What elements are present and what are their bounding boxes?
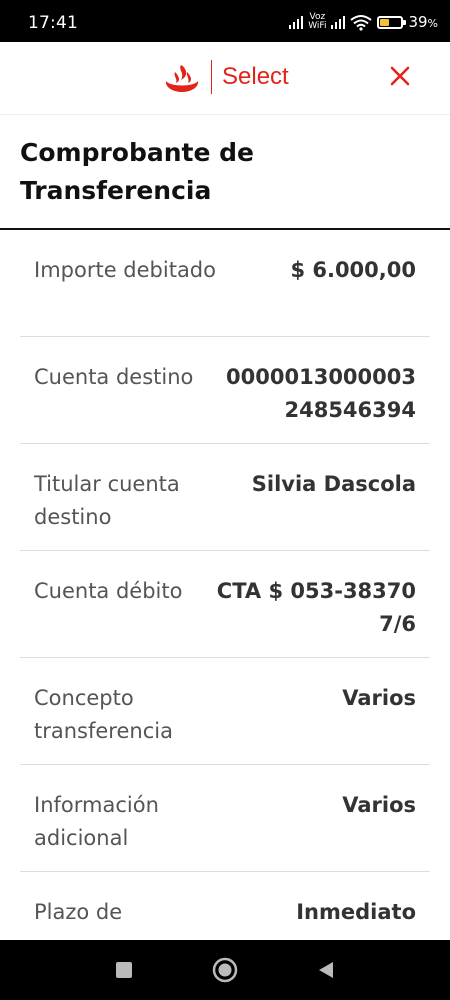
flame-logo-icon <box>165 65 199 92</box>
detail-label: Cuenta destino <box>34 365 194 389</box>
detail-value: Varios <box>342 686 416 710</box>
page-title-line-2: Transferencia <box>20 176 212 205</box>
status-icons: Voz WiFi 39% <box>289 10 438 34</box>
detail-row-titular: Titular cuenta destino Silvia Dascola <box>20 444 430 551</box>
detail-label: Titular cuenta destino <box>34 472 180 529</box>
home-button[interactable] <box>195 940 255 1000</box>
system-nav-bar <box>0 940 450 1000</box>
brand-divider <box>211 60 212 94</box>
detail-row-cuenta-destino: Cuenta destino 0000013000003248546394 <box>20 337 430 444</box>
wifi-icon <box>350 14 373 31</box>
detail-label: Importe debitado <box>34 258 216 282</box>
triangle-back-icon <box>319 962 333 978</box>
signal-icon <box>289 15 304 29</box>
status-time: 17:41 <box>28 13 78 33</box>
close-button[interactable] <box>388 64 412 88</box>
detail-value: Silvia Dascola <box>251 472 416 496</box>
detail-value: Inmediato <box>296 900 416 924</box>
detail-row-informacion: Información adicional Varios <box>20 765 430 872</box>
voz-wifi-indicator: Voz WiFi <box>308 13 326 31</box>
brand-select-text: Select <box>222 63 289 90</box>
detail-row-concepto: Concepto transferencia Varios <box>20 658 430 765</box>
detail-label: Información adicional <box>34 793 159 850</box>
circle-icon <box>212 957 238 983</box>
back-button[interactable] <box>296 940 356 1000</box>
page-title-line-1: Comprobante de <box>20 138 254 167</box>
transfer-details-list: Importe debitado $ 6.000,00 Cuenta desti… <box>0 230 450 979</box>
battery-icon <box>377 15 407 29</box>
wifi-label: WiFi <box>308 21 327 31</box>
detail-label: Plazo de <box>34 900 123 924</box>
detail-row-cuenta-debito: Cuenta débito CTA $ 053-383707/6 <box>20 551 430 658</box>
detail-label: Cuenta débito <box>34 579 183 603</box>
detail-value: $ 6.000,00 <box>290 258 416 282</box>
page-title: Comprobante de Transferencia <box>20 134 420 210</box>
app-header: Select <box>0 42 450 115</box>
detail-value: 0000013000003248546394 <box>226 365 416 422</box>
detail-value: Varios <box>342 793 416 817</box>
santander-select-logo: Select <box>164 60 289 94</box>
detail-value: CTA $ 053-383707/6 <box>216 579 416 636</box>
status-bar: 17:41 Voz WiFi 39% <box>0 0 450 42</box>
signal-icon-2 <box>331 15 346 29</box>
battery-percent: 39% <box>408 13 438 31</box>
recents-button[interactable] <box>94 940 154 1000</box>
square-icon <box>116 962 132 978</box>
detail-row-importe: Importe debitado $ 6.000,00 <box>20 230 430 337</box>
detail-label: Concepto transferencia <box>34 686 173 743</box>
close-icon <box>390 66 410 86</box>
